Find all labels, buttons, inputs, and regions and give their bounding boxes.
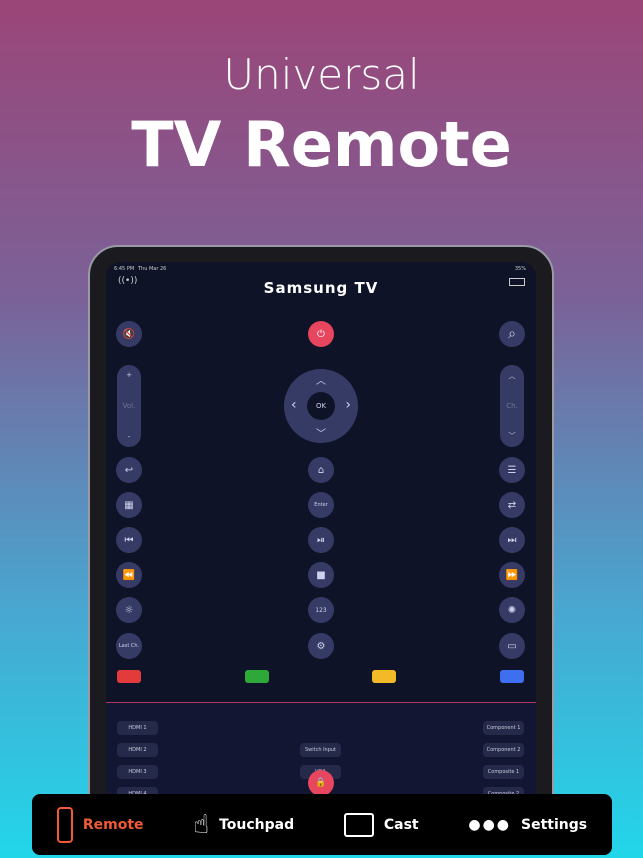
last-channel-button[interactable]: Last Ch.: [116, 633, 142, 659]
home-icon: ⌂: [317, 464, 325, 476]
status-time: 6:45 PM: [114, 266, 135, 272]
settings-icon: ⚙: [316, 640, 326, 652]
screen-icon: ▭: [507, 640, 517, 652]
yellow-key[interactable]: [372, 670, 396, 683]
back-button[interactable]: ↩: [116, 457, 142, 483]
input-hdmi3-button[interactable]: HDMI 3: [117, 765, 158, 779]
stop-button[interactable]: ■: [308, 562, 334, 588]
blue-key[interactable]: [500, 670, 524, 683]
apps-icon: ▦: [124, 499, 134, 511]
fast-forward-button[interactable]: ⏩: [499, 562, 525, 588]
dpad: ︿ ﹀ ‹ › OK: [284, 369, 358, 443]
input-component1-button[interactable]: Component 1: [483, 721, 524, 735]
play-pause-button[interactable]: ⏯: [308, 527, 334, 553]
channel-up-button[interactable]: ︿: [509, 371, 516, 381]
input-composite1-button[interactable]: Composite 1: [483, 765, 524, 779]
home-button[interactable]: ⌂: [308, 457, 334, 483]
brightness-down-button[interactable]: ☼: [116, 597, 142, 623]
rewind-icon: ⏪: [122, 569, 136, 581]
channel-rocker: ︿ Ch. ﹀: [500, 365, 524, 447]
switch-input-button[interactable]: Switch Input: [300, 743, 341, 757]
settings-button[interactable]: ⚙: [308, 633, 334, 659]
touchpad-icon: ☝: [193, 809, 210, 840]
volume-up-button[interactable]: +: [126, 371, 132, 379]
lock-button[interactable]: 🔒: [308, 770, 334, 796]
volume-rocker: + Vol. -: [117, 365, 141, 447]
input-component2-button[interactable]: Component 2: [483, 743, 524, 757]
nav-touchpad[interactable]: ☝ Touchpad: [193, 810, 294, 840]
power-icon: ⏻: [317, 328, 325, 340]
channel-label: Ch.: [506, 402, 518, 410]
channel-down-button[interactable]: ﹀: [509, 431, 516, 441]
nav-cast-label: Cast: [383, 816, 419, 833]
enter-button[interactable]: Enter: [308, 492, 334, 518]
number-pad-button[interactable]: 123: [308, 597, 334, 623]
fast-forward-icon: ⏩: [505, 569, 519, 581]
device-title: Samsung TV: [263, 279, 379, 297]
play-pause-icon: ⏯: [317, 534, 325, 546]
menu-button[interactable]: ☰: [499, 457, 525, 483]
nav-touchpad-label: Touchpad: [219, 816, 295, 833]
previous-button[interactable]: ⏮: [116, 527, 142, 553]
brightness-down-icon: ☼: [124, 604, 134, 616]
dpad-down-button[interactable]: ﹀: [316, 425, 326, 440]
volume-label: Vol.: [122, 402, 136, 410]
headline-line1: Universal: [223, 50, 420, 99]
volume-down-button[interactable]: -: [128, 433, 131, 441]
back-icon: ↩: [124, 464, 134, 476]
nav-cast[interactable]: Cast: [343, 812, 419, 837]
nav-settings-label: Settings: [521, 816, 588, 833]
power-button[interactable]: ⏻: [308, 321, 334, 347]
nav-settings[interactable]: ●●● Settings: [468, 817, 587, 833]
cast-icon: [343, 812, 374, 837]
more-dots-icon: ●●●: [468, 816, 512, 833]
dpad-up-button[interactable]: ︿: [316, 372, 326, 387]
swap-button[interactable]: ⇄: [499, 492, 525, 518]
nav-remote[interactable]: Remote: [56, 806, 144, 843]
remote-icon: [56, 806, 73, 843]
stop-icon: ■: [316, 569, 326, 581]
swap-icon: ⇄: [507, 499, 517, 511]
apps-button[interactable]: ▦: [116, 492, 142, 518]
rewind-button[interactable]: ⏪: [116, 562, 142, 588]
mute-icon: 🔇: [122, 328, 136, 340]
green-key[interactable]: [245, 670, 269, 683]
search-button[interactable]: ⌕: [499, 321, 525, 347]
red-key[interactable]: [117, 670, 141, 683]
previous-icon: ⏮: [124, 534, 134, 546]
dpad-right-button[interactable]: ›: [345, 397, 351, 413]
headline-line2: TV Remote: [131, 108, 512, 181]
search-icon: ⌕: [508, 326, 516, 342]
next-icon: ⏭: [507, 534, 517, 546]
input-hdmi2-button[interactable]: HDMI 2: [117, 743, 158, 757]
battery-status: 35%: [514, 266, 526, 272]
nav-remote-label: Remote: [82, 816, 144, 833]
brightness-up-icon: ✺: [507, 604, 517, 616]
screen-button[interactable]: ▭: [499, 633, 525, 659]
next-button[interactable]: ⏭: [499, 527, 525, 553]
remote-screen: 6:45 PM Thu Mar 26 35% ((•)) Samsung TV …: [106, 262, 536, 822]
ok-button[interactable]: OK: [307, 392, 335, 420]
bottom-nav: Remote ☝ Touchpad Cast ●●● Settings: [32, 794, 612, 855]
menu-icon: ☰: [507, 464, 517, 476]
brightness-up-button[interactable]: ✺: [499, 597, 525, 623]
lock-icon: 🔒: [315, 778, 327, 788]
mute-button[interactable]: 🔇: [116, 321, 142, 347]
dpad-left-button[interactable]: ‹: [291, 397, 297, 413]
status-date: Thu Mar 26: [138, 266, 167, 272]
input-hdmi1-button[interactable]: HDMI 1: [117, 721, 158, 735]
